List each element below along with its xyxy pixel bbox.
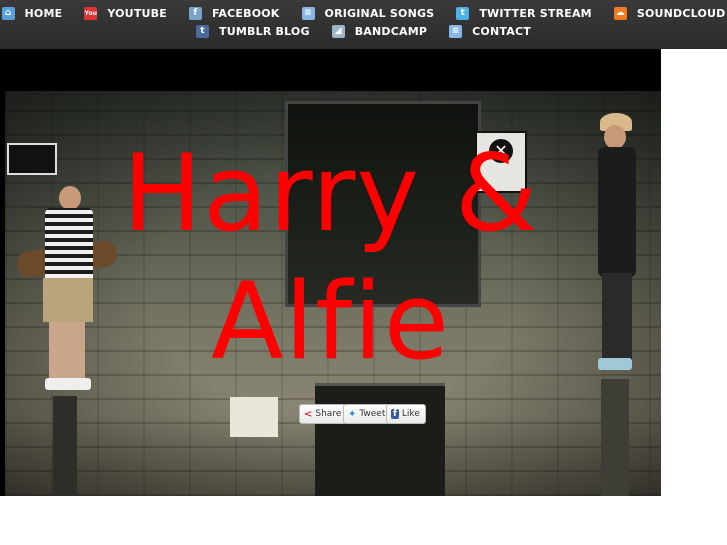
like-button[interactable]: f Like	[386, 404, 426, 424]
document-icon: ≡	[301, 6, 315, 20]
document-icon: ≡	[449, 24, 463, 38]
nav-item-home[interactable]: ⌂ HOME	[0, 5, 73, 21]
photo-bollard-left	[53, 396, 77, 496]
nav-item-facebook[interactable]: f FACEBOOK	[178, 5, 291, 21]
share-button[interactable]: < Share	[299, 404, 348, 424]
nav-label-contact: CONTACT	[472, 24, 531, 38]
twitter-icon: t	[456, 6, 470, 20]
nav-label-soundcloud: SOUNDCLOUD	[636, 6, 726, 20]
tweet-button[interactable]: ✦ Tweet	[343, 404, 392, 424]
photo-poster	[230, 397, 278, 437]
bandcamp-icon: ◢	[331, 24, 345, 38]
nav-label-bandcamp: BANDCAMP	[354, 24, 428, 38]
nav-label-youtube: YOUTUBE	[107, 6, 167, 20]
nav-label-home: HOME	[24, 6, 63, 20]
nav-row-2: t TUMBLR BLOG ◢ BANDCAMP ≡ CONTACT	[0, 23, 727, 39]
tumblr-icon: t	[196, 24, 210, 38]
facebook-icon: f	[188, 6, 202, 20]
nav-item-soundcloud[interactable]: ☁ SOUNDCLOUD	[603, 5, 727, 21]
tweet-label: Tweet	[359, 409, 386, 419]
photo-door	[315, 383, 445, 496]
like-label: Like	[401, 409, 420, 419]
nav-row-1: ⌂ HOME You YOUTUBE f FACEBOOK ≡ ORIGINAL…	[0, 5, 727, 21]
nav-label-facebook: FACEBOOK	[211, 6, 280, 20]
nav-item-bandcamp[interactable]: ◢ BANDCAMP	[321, 23, 438, 39]
nav-item-contact[interactable]: ≡ CONTACT	[438, 23, 542, 39]
share-label: Share	[315, 409, 342, 419]
nav-label-twitter-stream: TWITTER STREAM	[479, 6, 592, 20]
band-name-line-2: Alfie	[211, 260, 450, 383]
band-name-line-1: Harry &	[122, 132, 539, 255]
twitter-bird-icon: ✦	[348, 408, 357, 420]
nav-label-original-songs: ORIGINAL SONGS	[324, 6, 435, 20]
nav-item-youtube[interactable]: You YOUTUBE	[73, 5, 178, 21]
nav-item-original-songs[interactable]: ≡ ORIGINAL SONGS	[291, 5, 446, 21]
home-icon: ⌂	[1, 6, 15, 20]
hero-banner: ✕ Harry & Alfie < Share ✦ Tweet f Like	[0, 49, 661, 496]
nav-item-tumblr-blog[interactable]: t TUMBLR BLOG	[185, 23, 321, 39]
facebook-like-icon: f	[391, 409, 399, 419]
youtube-icon: You	[84, 6, 98, 20]
nav-label-tumblr-blog: TUMBLR BLOG	[219, 24, 310, 38]
photo-bollard-right	[601, 379, 629, 496]
nav-item-twitter-stream[interactable]: t TWITTER STREAM	[445, 5, 602, 21]
soundcloud-icon: ☁	[613, 6, 627, 20]
top-navigation-bar: ⌂ HOME You YOUTUBE f FACEBOOK ≡ ORIGINAL…	[0, 0, 727, 49]
share-icon: <	[304, 408, 313, 420]
